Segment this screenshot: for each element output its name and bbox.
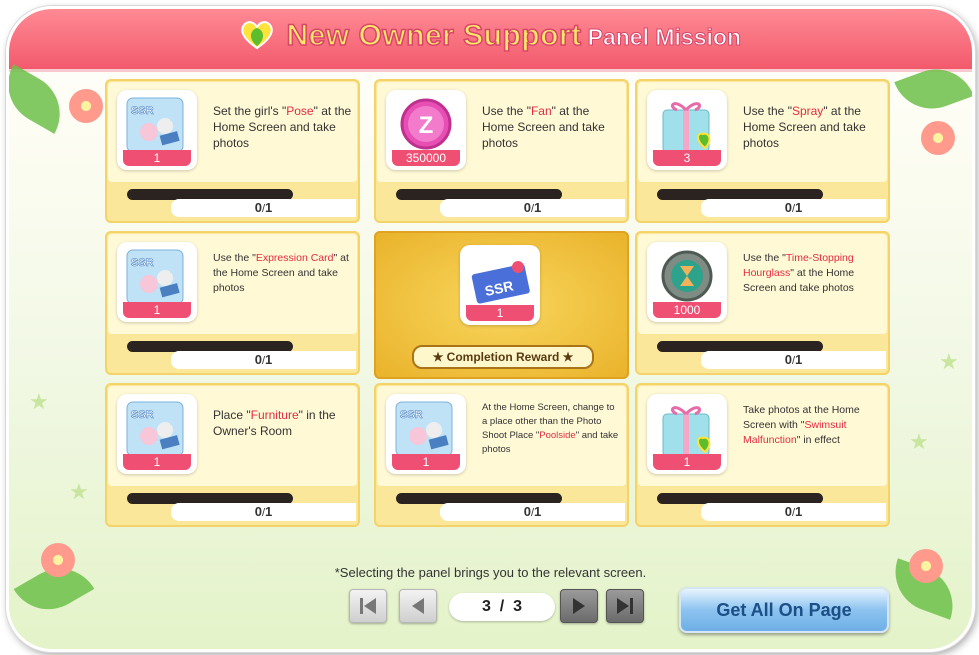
- skip-first-icon: [360, 598, 376, 614]
- mission-description: Use the "Spray" at the Home Screen and t…: [743, 104, 866, 150]
- reward-quantity: 1: [123, 454, 191, 470]
- progress-count: 0/1: [701, 351, 886, 369]
- panel-hint-text: *Selecting the panel brings you to the r…: [334, 565, 647, 580]
- reward-quantity: 1: [466, 305, 534, 321]
- window-title: New Owner Support Panel Mission: [9, 18, 972, 53]
- title-bar: New Owner Support Panel Mission: [9, 9, 972, 72]
- svg-text:Z: Z: [419, 112, 434, 139]
- mission-panel-2[interactable]: Z 350000 Use the "Fan" at the Home Scree…: [374, 79, 629, 223]
- mission-window: New Owner Support Panel Mission ★ ★ ★ ★ S…: [6, 6, 975, 652]
- progress-count: 0/1: [171, 503, 356, 521]
- hibiscus-decoration: [69, 89, 103, 123]
- completion-reward-label: ★ Completion Reward ★: [412, 345, 594, 369]
- mission-description: Place "Furniture" in the Owner's Room: [213, 408, 336, 438]
- progress-count: 0/1: [171, 199, 356, 217]
- skip-last-icon: [617, 598, 633, 614]
- palm-leaf-decoration: [9, 64, 75, 134]
- completion-reward-panel[interactable]: SSR 1 ★ Completion Reward ★: [374, 231, 629, 379]
- mission-description: Use the "Fan" at the Home Screen and tak…: [482, 104, 605, 150]
- mission-panel-3[interactable]: 3 Use the "Spray" at the Home Screen and…: [635, 79, 890, 223]
- get-all-on-page-button[interactable]: Get All On Page: [679, 587, 889, 633]
- progress-count: 0/1: [440, 199, 625, 217]
- star-decoration: ★: [909, 429, 929, 454]
- mission-panel-7[interactable]: SSR 1 At the Home Screen, change to a pl…: [374, 383, 629, 527]
- reward-quantity: 1: [392, 454, 460, 470]
- mission-panel-8[interactable]: 1 Take photos at the Home Screen with "S…: [635, 383, 890, 527]
- svg-text:SSR: SSR: [400, 409, 423, 421]
- star-decoration: ★: [939, 349, 959, 374]
- title-main: New Owner Support: [286, 18, 582, 53]
- first-page-button[interactable]: [349, 589, 387, 623]
- arrow-left-icon: [412, 598, 424, 614]
- svg-text:SSR: SSR: [131, 409, 154, 421]
- arrow-right-icon: [573, 598, 585, 614]
- progress-count: 0/1: [171, 351, 356, 369]
- svg-text:SSR: SSR: [131, 105, 154, 117]
- progress-count: 0/1: [440, 503, 625, 521]
- star-decoration: ★: [29, 389, 49, 414]
- page-indicator: 3 / 3: [449, 593, 555, 621]
- next-page-button[interactable]: [560, 589, 598, 623]
- mission-description: Use the "Time-Stopping Hourglass" at the…: [743, 252, 855, 294]
- reward-quantity: 1: [123, 150, 191, 166]
- reward-quantity: 350000: [392, 150, 460, 166]
- mission-panel-grid: SSR 1 Set the girl's "Pose" at the Home …: [105, 79, 890, 532]
- progress-count: 0/1: [701, 199, 886, 217]
- last-page-button[interactable]: [606, 589, 644, 623]
- mission-panel-5[interactable]: 1000 Use the "Time-Stopping Hourglass" a…: [635, 231, 890, 375]
- previous-page-button[interactable]: [399, 589, 437, 623]
- hibiscus-decoration: [921, 121, 955, 155]
- reward-quantity: 3: [653, 150, 721, 166]
- progress-count: 0/1: [701, 503, 886, 521]
- reward-quantity: 1000: [653, 302, 721, 318]
- green-heart-icon: [241, 21, 273, 50]
- reward-quantity: 1: [123, 302, 191, 318]
- mission-panel-1[interactable]: SSR 1 Set the girl's "Pose" at the Home …: [105, 79, 360, 223]
- reward-quantity: 1: [653, 454, 721, 470]
- mission-description: Set the girl's "Pose" at the Home Screen…: [213, 104, 352, 150]
- mission-panel-6[interactable]: SSR 1 Place "Furniture" in the Owner's R…: [105, 383, 360, 527]
- title-sub: Panel Mission: [587, 24, 741, 51]
- svg-text:SSR: SSR: [131, 257, 154, 269]
- star-decoration: ★: [69, 479, 89, 504]
- mission-description: Take photos at the Home Screen with "Swi…: [743, 404, 860, 446]
- mission-description: At the Home Screen, change to a place ot…: [482, 402, 619, 455]
- mission-panel-4[interactable]: SSR 1 Use the "Expression Card" at the H…: [105, 231, 360, 375]
- mission-description: Use the "Expression Card" at the Home Sc…: [213, 252, 349, 294]
